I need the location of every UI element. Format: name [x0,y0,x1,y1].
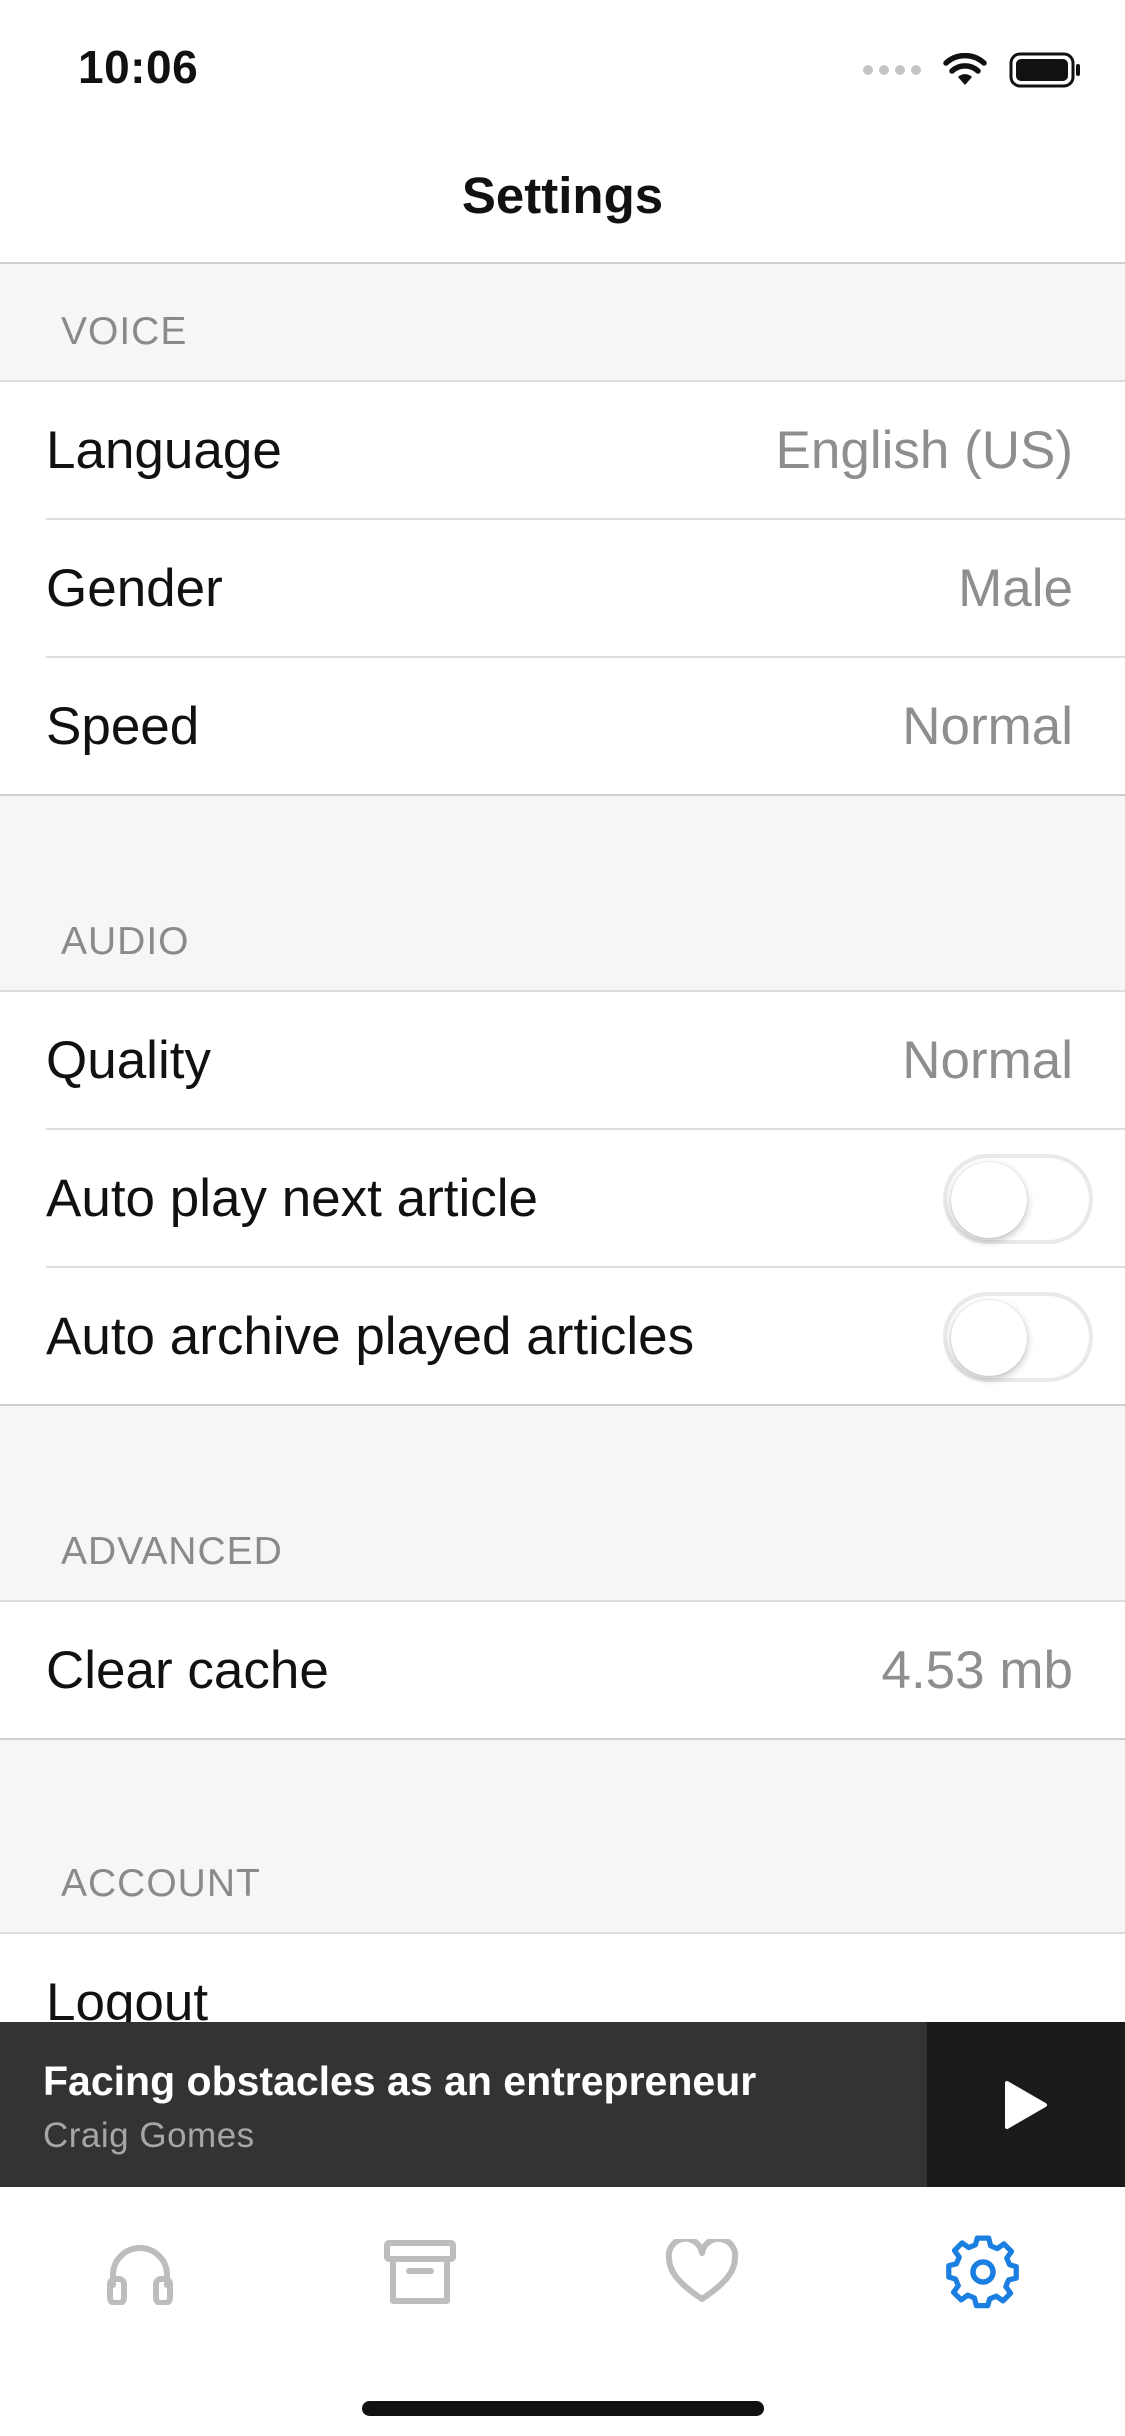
settings-row-quality[interactable]: Quality Normal [0,992,1125,1130]
auto-play-toggle[interactable] [943,1154,1093,1244]
row-label: Language [46,421,282,480]
row-label: Auto archive played articles [46,1307,695,1366]
heart-icon [665,2239,739,2302]
settings-row-speed[interactable]: Speed Normal [0,658,1125,796]
settings-row-auto-archive: Auto archive played articles [0,1268,1125,1406]
row-label: Auto play next article [46,1169,538,1228]
settings-row-language[interactable]: Language English (US) [0,382,1125,520]
section-header-label: ACCOUNT [61,1862,261,1905]
tab-archive[interactable] [380,2232,460,2312]
toggle-knob [951,1300,1027,1376]
row-value: Normal [902,697,1073,756]
row-label: Speed [46,697,200,756]
mini-player[interactable]: Facing obstacles as an entrepreneur Crai… [0,2022,1125,2187]
settings-row-clear-cache[interactable]: Clear cache 4.53 mb [0,1602,1125,1740]
row-value: Male [958,559,1073,618]
section-header-audio: AUDIO [0,796,1125,992]
player-author: Craig Gomes [43,2116,255,2155]
section-header-account: ACCOUNT [0,1740,1125,1934]
navigation-bar: Settings [0,132,1125,264]
battery-icon [1009,52,1080,88]
status-bar: 10:06 [0,0,1125,132]
toggle-knob [951,1162,1027,1238]
row-value: 4.53 mb [881,1641,1073,1700]
home-indicator [362,2401,764,2416]
status-icons [863,50,1083,90]
status-time: 10:06 [78,41,199,93]
headphones-icon [107,2245,173,2305]
player-title: Facing obstacles as an entrepreneur [43,2058,757,2104]
row-value: Normal [902,1031,1073,1090]
tab-listen[interactable] [100,2232,180,2312]
gear-icon [946,2235,1019,2309]
wifi-icon [943,53,987,85]
archive-icon [384,2240,456,2304]
settings-row-auto-play: Auto play next article [0,1130,1125,1268]
tab-bar [0,2187,1125,2436]
row-value: English (US) [775,421,1073,480]
settings-row-gender[interactable]: Gender Male [0,520,1125,658]
play-icon [1005,2080,1047,2129]
auto-archive-toggle[interactable] [943,1292,1093,1382]
section-header-voice: VOICE [0,264,1125,382]
row-label: Gender [46,559,223,618]
section-header-label: ADVANCED [61,1530,283,1573]
tab-settings[interactable] [943,2232,1023,2312]
row-label: Quality [46,1031,211,1090]
section-header-advanced: ADVANCED [0,1406,1125,1602]
section-header-label: VOICE [61,310,188,353]
tab-favorites[interactable] [662,2232,742,2312]
play-button[interactable] [927,2022,1125,2187]
row-label: Clear cache [46,1641,329,1700]
section-header-label: AUDIO [61,920,190,963]
cellular-signal-icon [863,65,921,75]
page-title: Settings [461,167,664,224]
